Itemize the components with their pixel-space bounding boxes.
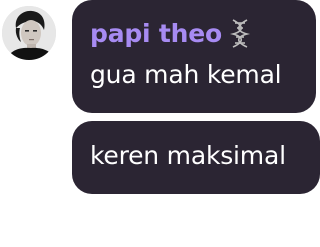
message-bubble[interactable]: papi theo gua mah kemal	[72, 0, 316, 113]
dna-icon	[224, 17, 256, 49]
chat-thread: papi theo gua mah kemal keren maksimal	[0, 0, 320, 247]
message-bubble[interactable]: keren maksimal	[72, 121, 320, 194]
message-text: gua mah kemal	[90, 60, 282, 89]
message-text: keren maksimal	[90, 141, 286, 170]
sender-name[interactable]: papi theo	[90, 19, 222, 48]
avatar-photo	[2, 6, 56, 60]
sender-row: papi theo	[90, 16, 256, 50]
avatar[interactable]	[2, 6, 56, 60]
